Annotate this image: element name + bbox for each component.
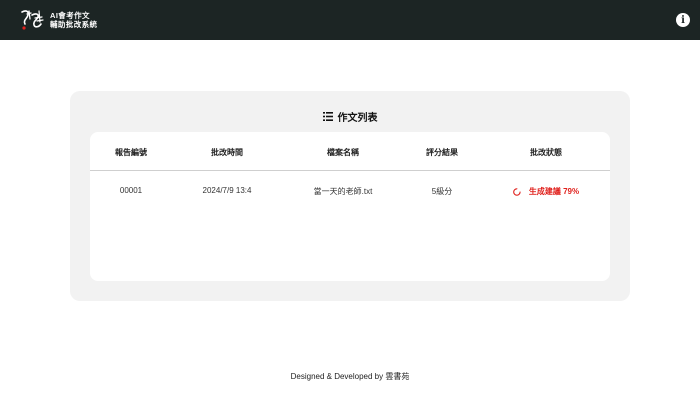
table-row[interactable]: 00001 2024/7/9 13:4 當一天的老師.txt 5級分 生成建議 … xyxy=(90,171,610,211)
panel-title: 作文列表 xyxy=(70,109,630,124)
essay-list-panel: 作文列表 報告編號 批改時間 檔案名稱 評分結果 批改狀態 00001 2024… xyxy=(70,91,630,301)
filename-cell[interactable]: 當一天的老師.txt xyxy=(314,186,373,197)
report-id-cell: 00001 xyxy=(119,186,143,195)
column-header-status: 批改狀態 xyxy=(530,148,562,157)
panel-title-text: 作文列表 xyxy=(337,113,378,124)
essay-table: 報告編號 批改時間 檔案名稱 評分結果 批改狀態 00001 2024/7/9 … xyxy=(90,132,610,281)
score-cell: 5級分 xyxy=(431,187,453,196)
brand-title: AI會考作文 輔助批改系統 xyxy=(50,11,97,29)
column-header-time: 批改時間 xyxy=(211,148,243,157)
footer-credit: Designed & Developed by 雲書苑 xyxy=(290,372,410,381)
time-cell: 2024/7/9 13:4 xyxy=(202,186,252,195)
list-icon xyxy=(322,112,333,121)
info-icon: i xyxy=(681,14,685,26)
column-header-report-id: 報告編號 xyxy=(115,148,147,157)
brand-line-2: 輔助批改系統 xyxy=(50,20,98,29)
status-badge: 生成建議 79% xyxy=(513,186,579,197)
calligraphy-logo[interactable] xyxy=(19,8,46,32)
info-button[interactable]: i xyxy=(676,13,690,27)
column-header-score: 評分結果 xyxy=(426,148,458,157)
spinner-icon xyxy=(513,187,521,196)
status-text: 生成建議 79% xyxy=(528,187,580,196)
top-navigation-bar: AI會考作文 輔助批改系統 i xyxy=(0,0,700,40)
column-header-filename: 檔案名稱 xyxy=(327,148,359,157)
table-header: 報告編號 批改時間 檔案名稱 評分結果 批改狀態 xyxy=(90,132,610,171)
brand-line-1: AI會考作文 xyxy=(50,11,90,20)
